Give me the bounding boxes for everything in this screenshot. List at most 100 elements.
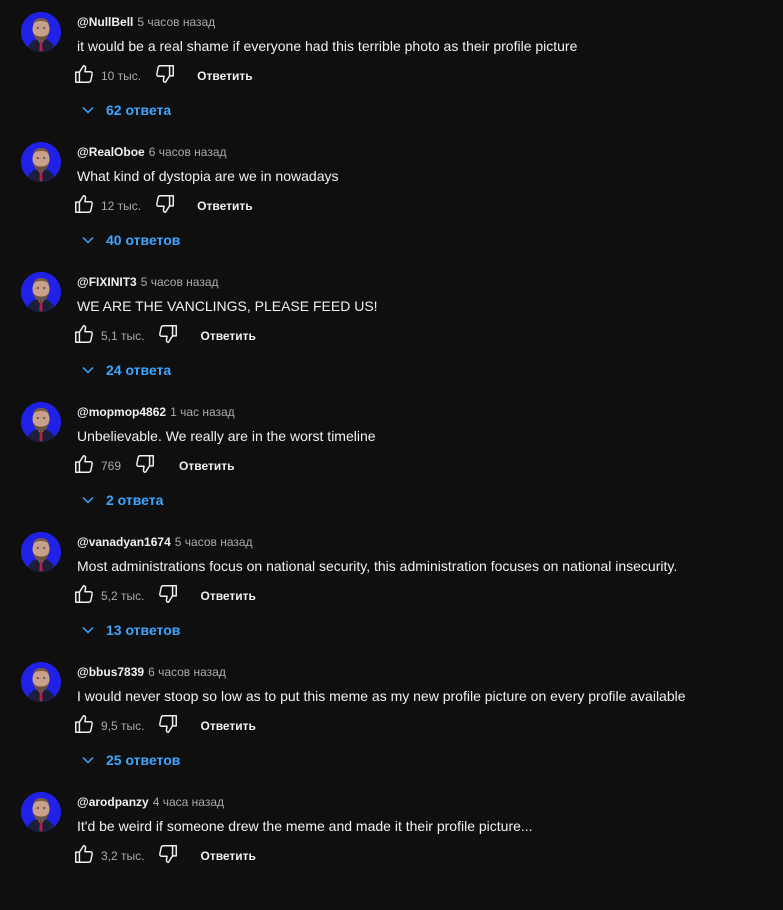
avatar[interactable] — [21, 142, 61, 182]
like-button[interactable] — [72, 194, 96, 218]
avatar-image — [21, 792, 61, 832]
avatar[interactable] — [21, 792, 61, 832]
dislike-button[interactable] — [156, 714, 180, 738]
dislike-button[interactable] — [133, 454, 157, 478]
comment-header: @arodpanzy 4 часа назад — [77, 794, 224, 810]
like-button[interactable] — [72, 454, 96, 478]
comment-timestamp[interactable]: 6 часов назад — [149, 145, 227, 159]
comment-timestamp[interactable]: 5 часов назад — [175, 535, 253, 549]
comment-timestamp[interactable]: 5 часов назад — [141, 275, 219, 289]
comment-timestamp[interactable]: 5 часов назад — [137, 15, 215, 29]
thumb-up-icon — [73, 583, 95, 610]
like-count: 3,2 тыс. — [101, 849, 145, 863]
reply-button[interactable]: Ответить — [200, 849, 255, 863]
avatar[interactable] — [21, 402, 61, 442]
author-name[interactable]: @mopmop4862 — [77, 405, 166, 419]
comment-timestamp[interactable]: 4 часа назад — [153, 795, 224, 809]
dislike-button[interactable] — [156, 584, 180, 608]
view-replies-button[interactable]: 13 ответов — [80, 618, 180, 642]
avatar[interactable] — [21, 662, 61, 702]
view-replies-button[interactable]: 25 ответов — [80, 748, 180, 772]
avatar-image — [21, 532, 61, 572]
author-name[interactable]: @vanadyan1674 — [77, 535, 171, 549]
comment-actions: 5,1 тыс. Ответить — [72, 324, 256, 348]
thumb-up-icon — [73, 193, 95, 220]
replies-count: 25 ответов — [106, 752, 181, 768]
reply-button[interactable]: Ответить — [200, 589, 255, 603]
comment-text: I would never stoop so low as to put thi… — [77, 688, 686, 704]
comment-header: @vanadyan1674 5 часов назад — [77, 534, 253, 550]
avatar[interactable] — [21, 272, 61, 312]
comment-text: What kind of dystopia are we in nowadays — [77, 168, 339, 184]
like-button[interactable] — [72, 324, 96, 348]
view-replies-button[interactable]: 24 ответа — [80, 358, 171, 382]
like-button[interactable] — [72, 844, 96, 868]
like-count: 769 — [101, 459, 122, 473]
chevron-down-icon — [80, 102, 96, 118]
replies-count: 40 ответов — [106, 232, 181, 248]
thumb-up-icon — [73, 323, 95, 350]
like-count: 10 тыс. — [101, 69, 142, 83]
dislike-button[interactable] — [156, 324, 180, 348]
reply-button[interactable]: Ответить — [197, 69, 252, 83]
comment-thread: @arodpanzy 4 часа назад It'd be weird if … — [0, 780, 783, 910]
dislike-button[interactable] — [153, 194, 177, 218]
dislike-button[interactable] — [156, 844, 180, 868]
comment-header: @FIXINIT3 5 часов назад — [77, 274, 219, 290]
author-name[interactable]: @NullBell — [77, 15, 133, 29]
comment-thread: @RealOboe 6 часов назад What kind of dyst… — [0, 130, 783, 260]
comment-header: @mopmop4862 1 час назад — [77, 404, 235, 420]
reply-button[interactable]: Ответить — [197, 199, 252, 213]
comment-actions: 3,2 тыс. Ответить — [72, 844, 256, 868]
author-name[interactable]: @arodpanzy — [77, 795, 149, 809]
thumb-down-icon — [157, 843, 179, 870]
comment-thread: @bbus7839 6 часов назад I would never sto… — [0, 650, 783, 780]
chevron-down-icon — [80, 492, 96, 508]
avatar-image — [21, 12, 61, 52]
comment-text: it would be a real shame if everyone had… — [77, 38, 578, 54]
thumb-down-icon — [157, 583, 179, 610]
comment-thread: @FIXINIT3 5 часов назад WE ARE THE VANCLI… — [0, 260, 783, 390]
avatar-image — [21, 272, 61, 312]
comment-header: @RealOboe 6 часов назад — [77, 144, 227, 160]
like-count: 5,2 тыс. — [101, 589, 145, 603]
view-replies-button[interactable]: 62 ответа — [80, 98, 171, 122]
comment-timestamp[interactable]: 6 часов назад — [148, 665, 226, 679]
view-replies-button[interactable]: 2 ответа — [80, 488, 163, 512]
chevron-down-icon — [80, 362, 96, 378]
comment-text: Unbelievable. We really are in the worst… — [77, 428, 376, 444]
avatar-image — [21, 662, 61, 702]
author-name[interactable]: @FIXINIT3 — [77, 275, 137, 289]
replies-count: 2 ответа — [106, 492, 164, 508]
reply-button[interactable]: Ответить — [200, 719, 255, 733]
chevron-down-icon — [80, 232, 96, 248]
comment-text: Most administrations focus on national s… — [77, 558, 678, 574]
like-count: 9,5 тыс. — [101, 719, 145, 733]
comment-actions: 9,5 тыс. Ответить — [72, 714, 256, 738]
dislike-button[interactable] — [153, 64, 177, 88]
comment-timestamp[interactable]: 1 час назад — [170, 405, 235, 419]
avatar[interactable] — [21, 12, 61, 52]
comment-header: @NullBell 5 часов назад — [77, 14, 215, 30]
avatar-image — [21, 142, 61, 182]
comment-actions: 10 тыс. Ответить — [72, 64, 253, 88]
comment-text: WE ARE THE VANCLINGS, PLEASE FEED US! — [77, 298, 378, 314]
avatar-image — [21, 402, 61, 442]
like-button[interactable] — [72, 584, 96, 608]
like-button[interactable] — [72, 714, 96, 738]
replies-count: 24 ответа — [106, 362, 172, 378]
author-name[interactable]: @bbus7839 — [77, 665, 144, 679]
comment-actions: 5,2 тыс. Ответить — [72, 584, 256, 608]
thumb-up-icon — [73, 713, 95, 740]
reply-button[interactable]: Ответить — [179, 459, 234, 473]
avatar[interactable] — [21, 532, 61, 572]
like-button[interactable] — [72, 64, 96, 88]
author-name[interactable]: @RealOboe — [77, 145, 145, 159]
view-replies-button[interactable]: 40 ответов — [80, 228, 180, 252]
thumb-down-icon — [134, 453, 156, 480]
comment-thread: @NullBell 5 часов назад it would be a rea… — [0, 0, 783, 130]
comment-header: @bbus7839 6 часов назад — [77, 664, 226, 680]
thumb-down-icon — [157, 713, 179, 740]
reply-button[interactable]: Ответить — [200, 329, 255, 343]
thumb-up-icon — [73, 843, 95, 870]
